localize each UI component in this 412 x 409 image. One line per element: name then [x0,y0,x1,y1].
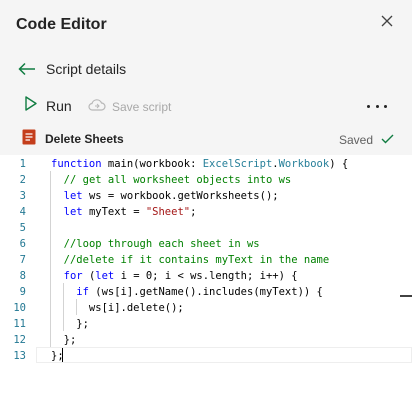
code-token: ( [82,270,96,282]
line-number: 9 [19,286,26,298]
save-script-button[interactable]: Save script [88,98,171,116]
code-token: function [51,158,102,170]
code-line: let ws = workbook.getWorksheets(); [51,188,279,204]
cloud-sync-icon [88,98,106,117]
save-script-label: Save script [112,100,172,114]
back-label: Script details [46,61,127,77]
code-editor[interactable]: 1 2 3 4 5 6 7 8 9 10 11 12 13 function main(workbook… [0,155,412,409]
code-token: }; [51,318,89,330]
overview-ruler-marker [400,295,412,297]
more-icon[interactable] [367,100,387,112]
code-area[interactable]: function main(workbook: ExcelScript.Work… [36,155,412,409]
line-number: 12 [13,334,26,346]
line-number: 13 [13,350,26,362]
code-token: let [95,270,115,282]
back-to-script-details[interactable]: Script details [18,59,126,79]
line-number: 11 [13,318,26,330]
code-line: // get all worksheet objects into ws [51,172,292,188]
line-number: 1 [19,158,26,170]
back-arrow-icon [18,62,36,76]
code-line: //delete if it contains myText in the na… [51,252,330,268]
code-token: ExcelScript [202,158,273,170]
code-token: //delete if it contains myText in the na… [63,254,330,266]
code-token: ) { [329,158,349,170]
code-line: ws[i].delete(); [51,300,184,316]
code-token: }; [51,350,64,362]
code-token: main(workbook: [101,158,203,170]
code-token: ; [190,206,197,218]
code-token: if [76,286,89,298]
play-icon [25,96,37,116]
document-icon [22,129,36,150]
line-number: 7 [19,254,26,266]
saved-status: Saved [339,131,394,149]
code-token: myText = [82,206,146,218]
line-number: 5 [19,222,26,234]
checkmark-icon [381,131,394,149]
code-line: function main(workbook: ExcelScript.Work… [51,156,348,172]
line-number: 4 [19,206,26,218]
saved-status-label: Saved [339,133,374,147]
code-token: let [63,190,83,202]
run-button[interactable]: Run [25,96,72,116]
code-token: "Sheet" [145,206,191,218]
code-token: //loop through each sheet in ws [63,238,260,250]
code-token: for [63,270,83,282]
code-token: (ws[i].getName().includes(myText)) { [88,286,323,298]
close-icon[interactable] [380,14,394,32]
code-line: }; [51,316,89,332]
line-number-gutter: 1 2 3 4 5 6 7 8 9 10 11 12 13 [0,155,36,409]
code-token: // get all worksheet objects into ws [63,174,292,186]
script-name-label: Delete Sheets [45,132,124,146]
code-line: //loop through each sheet in ws [51,236,260,252]
line-number: 8 [19,270,26,282]
code-token: ws = workbook.getWorksheets(); [82,190,279,202]
code-token: Workbook [278,158,330,170]
code-line: for (let i = 0; i < ws.length; i++) { [51,268,298,284]
script-file-name: Delete Sheets [22,129,124,150]
run-label: Run [46,98,72,114]
code-token: let [63,206,83,218]
line-number: 2 [19,174,26,186]
code-line: }; [51,332,77,348]
pane-title: Code Editor [16,16,107,33]
code-token: ws[i].delete(); [51,302,184,314]
code-line: let myText = "Sheet"; [51,204,197,220]
code-line: }; [51,348,64,364]
code-line: if (ws[i].getName().includes(myText)) { [51,284,323,300]
line-number: 10 [13,302,26,314]
code-token: i = 0; i < ws.length; i++) { [114,270,298,282]
code-token: }; [51,334,77,346]
line-number: 3 [19,190,26,202]
line-number: 6 [19,238,26,250]
